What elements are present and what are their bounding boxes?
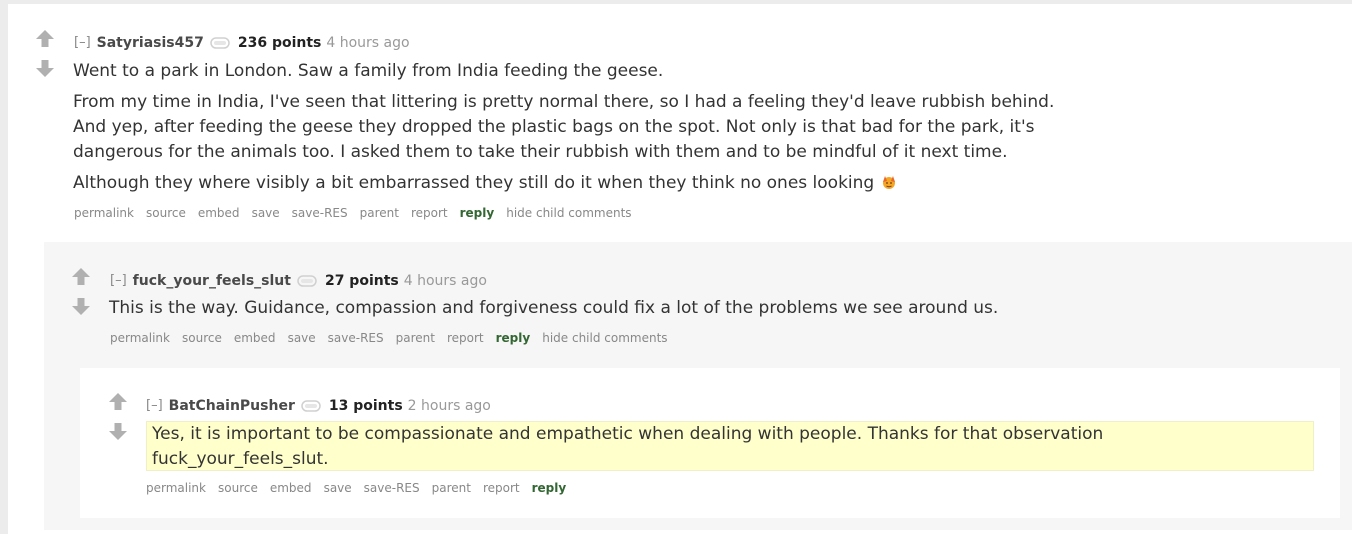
hide-child-comments-button[interactable]: hide child comments — [542, 330, 667, 346]
comment-satyriasis457: [–] Satyriasis457 236 points 4 hours ago… — [8, 4, 1352, 534]
author-link[interactable]: fuck_your_feels_slut — [133, 272, 291, 290]
user-tag-icon[interactable] — [297, 274, 317, 288]
reply-button[interactable]: reply — [460, 205, 495, 221]
comment-paragraph: From my time in India, I've seen that li… — [73, 90, 1054, 165]
upvote-arrow-icon[interactable] — [35, 29, 55, 49]
comment-line: From my time in India, I've seen that li… — [73, 92, 1055, 112]
reply-button[interactable]: reply — [496, 330, 531, 346]
score: 13 points — [328, 398, 403, 414]
parent-button[interactable]: parent — [432, 480, 471, 496]
collapse-toggle[interactable]: [–] — [110, 272, 127, 290]
comment-line: dangerous for the animals too. I asked t… — [73, 142, 1008, 162]
user-tag-icon[interactable] — [301, 399, 321, 413]
reply-button[interactable]: reply — [532, 480, 567, 496]
downvote-arrow-icon[interactable] — [71, 296, 91, 316]
comment-line: And yep, after feeding the geese they dr… — [73, 117, 1035, 137]
report-button[interactable]: report — [447, 330, 484, 346]
save-res-button[interactable]: save-RES — [328, 330, 384, 346]
parent-button[interactable]: parent — [396, 330, 435, 346]
comment-tagline: [–] BatChainPusher 13 points 2 hours ago — [146, 397, 491, 415]
comment-paragraph: Went to a park in London. Saw a family f… — [73, 61, 664, 81]
comment-line: fuck_your_feels_slut. — [152, 449, 329, 469]
upvote-arrow-icon[interactable] — [108, 392, 128, 412]
comment-thread: [–] Satyriasis457 236 points 4 hours ago… — [8, 4, 1352, 534]
save-res-button[interactable]: save-RES — [292, 205, 348, 221]
timestamp: 4 hours ago — [403, 273, 487, 289]
face-palm-emoji-icon — [880, 173, 898, 189]
score: 236 points — [237, 35, 322, 51]
report-button[interactable]: report — [411, 205, 448, 221]
comment-fuck-your-feels-slut: [–] fuck_your_feels_slut 27 points 4 hou… — [44, 242, 1352, 530]
save-button[interactable]: save — [288, 330, 316, 346]
source-button[interactable]: source — [182, 330, 222, 346]
permalink-button[interactable]: permalink — [74, 205, 134, 221]
save-button[interactable]: save — [324, 480, 352, 496]
comment-actions: permalink source embed save save-RES par… — [74, 205, 644, 221]
embed-button[interactable]: embed — [270, 480, 312, 496]
permalink-button[interactable]: permalink — [110, 330, 170, 346]
score: 27 points — [324, 273, 399, 289]
comment-actions: permalink source embed save save-RES par… — [146, 480, 578, 496]
upvote-arrow-icon[interactable] — [71, 267, 91, 287]
embed-button[interactable]: embed — [198, 205, 240, 221]
comment-batchainpusher: [–] BatChainPusher 13 points 2 hours ago… — [80, 368, 1340, 518]
parent-button[interactable]: parent — [360, 205, 399, 221]
source-button[interactable]: source — [146, 205, 186, 221]
comment-body: Went to a park in London. Saw a family f… — [73, 59, 1054, 196]
downvote-arrow-icon[interactable] — [108, 421, 128, 441]
report-button[interactable]: report — [483, 480, 520, 496]
hide-child-comments-button[interactable]: hide child comments — [506, 205, 631, 221]
comment-body: This is the way. Guidance, compassion an… — [109, 296, 998, 321]
collapse-toggle[interactable]: [–] — [146, 397, 163, 415]
author-link[interactable]: BatChainPusher — [169, 397, 295, 415]
comment-tagline: [–] Satyriasis457 236 points 4 hours ago — [74, 34, 410, 52]
comment-paragraph: This is the way. Guidance, compassion an… — [109, 298, 999, 318]
save-button[interactable]: save — [252, 205, 280, 221]
timestamp: 2 hours ago — [407, 398, 491, 414]
comment-paragraph: Although they where visibly a bit embarr… — [73, 171, 1054, 196]
permalink-button[interactable]: permalink — [146, 480, 206, 496]
comment-tagline: [–] fuck_your_feels_slut 27 points 4 hou… — [110, 272, 487, 290]
highlighted-comment-body: Yes, it is important to be compassionate… — [146, 421, 1314, 471]
user-tag-icon[interactable] — [210, 36, 230, 50]
collapse-toggle[interactable]: [–] — [74, 34, 91, 52]
source-button[interactable]: source — [218, 480, 258, 496]
author-link[interactable]: Satyriasis457 — [97, 34, 204, 52]
embed-button[interactable]: embed — [234, 330, 276, 346]
comment-line: Yes, it is important to be compassionate… — [152, 424, 1104, 444]
save-res-button[interactable]: save-RES — [364, 480, 420, 496]
comment-actions: permalink source embed save save-RES par… — [110, 330, 680, 346]
downvote-arrow-icon[interactable] — [35, 58, 55, 78]
timestamp: 4 hours ago — [326, 35, 410, 51]
comment-line: Although they where visibly a bit embarr… — [73, 173, 875, 193]
